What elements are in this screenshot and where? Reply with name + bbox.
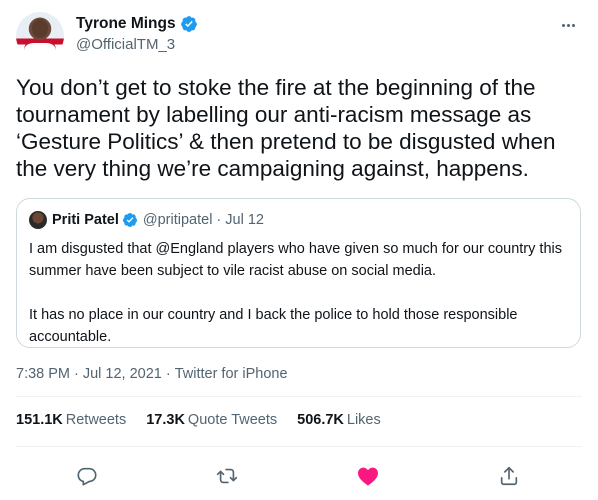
stat-value: 506.7K	[297, 412, 344, 428]
separator-dot: ·	[165, 366, 171, 382]
tweet-header: Tyrone Mings @OfficialTM_3	[16, 12, 582, 60]
tweet-time[interactable]: 7:38 PM	[16, 364, 70, 384]
retweet-button[interactable]	[215, 464, 239, 488]
stat-value: 151.1K	[16, 412, 63, 428]
quoted-author-name: Priti Patel	[52, 212, 119, 228]
reply-button[interactable]	[75, 464, 99, 488]
divider	[16, 396, 582, 397]
stat-retweets[interactable]: 151.1K Retweets	[16, 410, 126, 430]
author-display-name[interactable]: Tyrone Mings	[76, 14, 176, 34]
quoted-tweet-date: Jul 12	[225, 212, 264, 228]
author-display-name-row[interactable]: Tyrone Mings	[76, 14, 198, 34]
tweet-meta: 7:38 PM · Jul 12, 2021 · Twitter for iPh…	[16, 364, 288, 384]
like-button[interactable]	[356, 464, 380, 488]
tweet-card: Tyrone Mings @OfficialTM_3 You don’t get…	[0, 0, 598, 500]
tweet-text: You don’t get to stoke the fire at the b…	[16, 75, 556, 181]
quoted-tweet[interactable]: Priti Patel @pritipatel · Jul 12 I am di…	[16, 198, 581, 348]
stat-quote-tweets[interactable]: 17.3K Quote Tweets	[146, 410, 277, 430]
tweet-stats: 151.1K Retweets 17.3K Quote Tweets 506.7K L…	[16, 410, 381, 430]
verified-badge-icon	[180, 16, 197, 32]
reply-icon	[77, 467, 97, 486]
dot	[571, 23, 575, 27]
dot	[561, 23, 565, 27]
more-options-icon[interactable]	[556, 18, 580, 32]
separator-dot: ·	[216, 212, 222, 228]
dot	[566, 23, 570, 27]
quoted-tweet-text: I am disgusted that @England players who…	[29, 238, 568, 348]
retweet-icon	[216, 468, 238, 484]
stat-value: 17.3K	[146, 412, 185, 428]
author-names: Tyrone Mings @OfficialTM_3	[76, 14, 198, 55]
stat-label: Retweets	[65, 412, 127, 428]
author-avatar[interactable]	[16, 12, 64, 60]
stat-label: Likes	[346, 412, 381, 428]
stat-likes[interactable]: 506.7K Likes	[297, 410, 381, 430]
quoted-tweet-header: Priti Patel @pritipatel · Jul 12	[29, 211, 568, 229]
avatar-shirt	[24, 40, 56, 60]
author-handle[interactable]: @OfficialTM_3	[76, 35, 198, 55]
quoted-author-avatar	[29, 211, 47, 229]
avatar-head	[32, 19, 48, 38]
quoted-paragraph: It has no place in our country and I bac…	[29, 307, 518, 345]
separator-dot: ·	[74, 366, 79, 382]
divider	[16, 446, 582, 447]
tweet-source[interactable]: Twitter for iPhone	[175, 364, 288, 384]
tweet-actions	[0, 458, 598, 494]
quoted-author-handle: @pritipatel	[142, 212, 213, 228]
heart-icon	[358, 467, 378, 486]
share-icon	[500, 466, 518, 486]
tweet-date[interactable]: Jul 12, 2021	[83, 364, 162, 384]
quoted-paragraph: I am disgusted that @England players who…	[29, 241, 562, 279]
share-button[interactable]	[497, 464, 521, 488]
stat-label: Quote Tweets	[187, 412, 278, 428]
verified-badge-icon	[122, 213, 137, 227]
